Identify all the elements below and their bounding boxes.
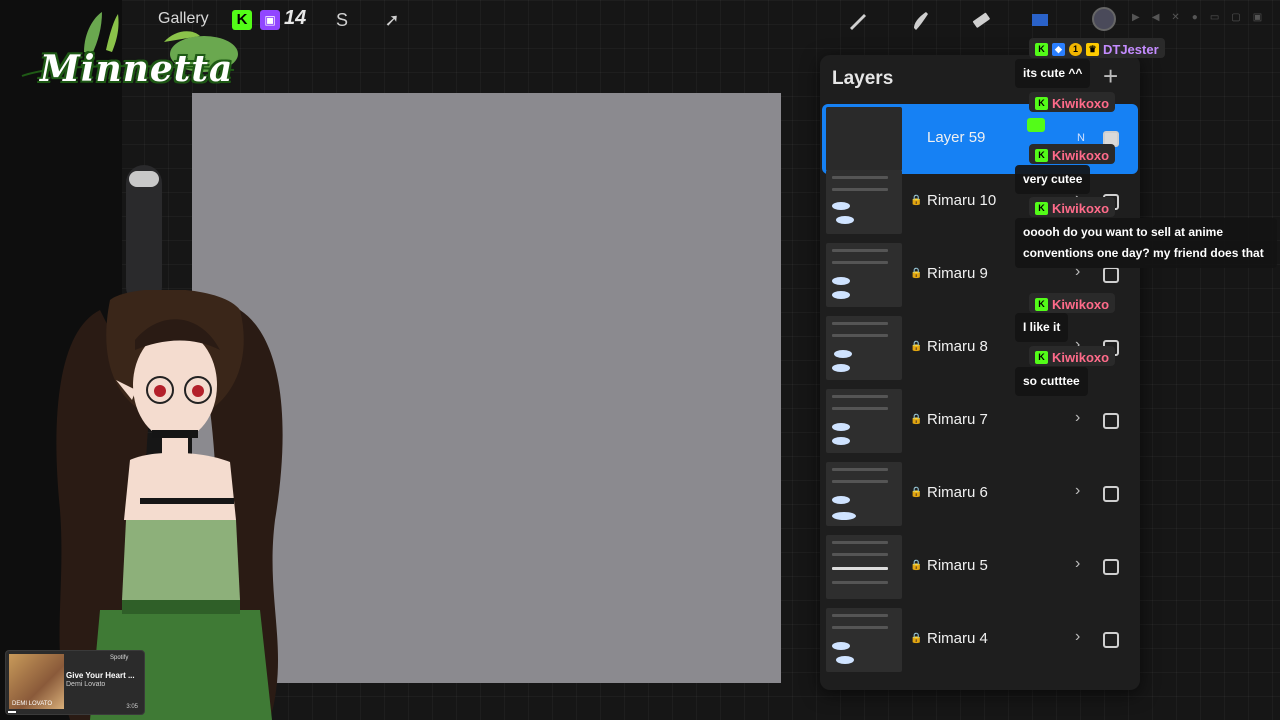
layer-visibility-checkbox[interactable]	[1103, 413, 1119, 429]
lock-icon: 🔒	[910, 487, 923, 498]
logo-text: Minnetta	[40, 48, 234, 90]
layer-name: Layer 59	[927, 129, 986, 146]
chevron-right-icon[interactable]: ›	[1075, 409, 1080, 427]
layer-name: Rimaru 6	[927, 484, 988, 501]
layer-visibility-checkbox[interactable]	[1103, 632, 1119, 648]
stream-scene: Gallery K ▣ 14 S ➚ ▶ ◀ ✕ ● ▭ ▢ ▣ Minnett…	[0, 0, 1280, 720]
chat-username-row: K Kiwikoxo	[1029, 346, 1116, 366]
cat-emote-icon	[1027, 118, 1045, 132]
verified-badge-icon: ◆	[1052, 42, 1065, 56]
brush-size-slider[interactable]	[126, 165, 162, 305]
layer-name: Rimaru 5	[927, 557, 988, 574]
chevron-right-icon[interactable]: ›	[1075, 555, 1080, 573]
album-art: DEMI LOVATO	[9, 654, 64, 709]
layer-thumbnail	[826, 608, 902, 672]
layer-thumbnail	[826, 316, 902, 380]
chat-message: ooooh do you want to sell at anime conve…	[1015, 218, 1277, 268]
chat-message: so cutttee	[1015, 367, 1088, 396]
gold-badge-icon: 1	[1069, 42, 1082, 56]
chat-username-row: K Kiwikoxo	[1029, 293, 1116, 313]
layer-name: Rimaru 9	[927, 265, 988, 282]
kick-badge-icon: K	[1035, 297, 1048, 311]
chat-username: Kiwikoxo	[1052, 296, 1110, 312]
crown-badge-icon: ♛	[1086, 42, 1099, 56]
layer-visibility-checkbox[interactable]	[1103, 486, 1119, 502]
kick-badge-icon: K	[1035, 201, 1048, 215]
chat-username: Kiwikoxo	[1052, 147, 1110, 163]
chat-username-row: K Kiwikoxo	[1029, 92, 1116, 112]
slider-handle[interactable]	[129, 171, 159, 187]
song-duration: 3:05	[126, 704, 138, 710]
chevron-right-icon[interactable]: ›	[1075, 482, 1080, 500]
twitch-icon: ▣	[260, 10, 280, 30]
lock-icon: 🔒	[910, 341, 923, 352]
song-title: Give Your Heart ...	[66, 671, 135, 680]
lock-icon: 🔒	[910, 560, 923, 571]
layer-thumbnail	[826, 243, 902, 307]
chat-username: Kiwikoxo	[1052, 95, 1110, 111]
now-playing-widget: DEMI LOVATO Spotify Give Your Heart ... …	[5, 650, 145, 715]
chat-message: very cutee	[1015, 165, 1091, 194]
brush-icon[interactable]	[846, 8, 870, 32]
chat-message: its cute ^^	[1015, 59, 1091, 88]
chat-username: Kiwikoxo	[1052, 349, 1110, 365]
chat-username-row: K ◆ 1 ♛ DTJester	[1029, 38, 1165, 58]
kick-badge-icon: K	[1035, 96, 1048, 110]
layer-visibility-checkbox[interactable]	[1103, 559, 1119, 575]
chat-username-row: K Kiwikoxo	[1029, 197, 1116, 217]
chevron-right-icon[interactable]: ›	[1075, 628, 1080, 646]
layer-name: Rimaru 7	[927, 411, 988, 428]
layer-thumbnail	[826, 170, 902, 234]
chat-overlay: K ◆ 1 ♛ DTJester its cute ^^ K Kiwikoxo …	[1015, 0, 1280, 400]
layer-thumbnail	[826, 389, 902, 453]
kick-badge-icon: K	[1035, 350, 1048, 364]
move-icon[interactable]: ➚	[380, 8, 404, 32]
chat-username: Kiwikoxo	[1052, 200, 1110, 216]
lock-icon: 🔒	[910, 414, 923, 425]
lock-icon: 🔒	[910, 195, 923, 206]
eraser-icon[interactable]	[968, 8, 992, 32]
viewer-count: 14	[284, 7, 307, 29]
layer-row[interactable]: 🔒 Rimaru 4 ›	[822, 605, 1138, 675]
progress-bar	[8, 711, 16, 713]
lock-icon: 🔒	[910, 268, 923, 279]
layers-title: Layers	[832, 68, 894, 89]
layer-row[interactable]: 🔒 Rimaru 6 ›	[822, 459, 1138, 529]
layer-row[interactable]: 🔒 Rimaru 5 ›	[822, 532, 1138, 602]
chat-username: DTJester	[1103, 41, 1159, 57]
smudge-icon[interactable]: S	[330, 8, 354, 32]
chat-message: I like it	[1015, 313, 1069, 342]
lock-icon: 🔒	[910, 633, 923, 644]
kick-badge-icon: K	[1035, 148, 1048, 162]
spotify-label: Spotify	[110, 655, 129, 661]
layer-thumbnail	[826, 535, 902, 599]
album-label: DEMI LOVATO	[12, 701, 53, 707]
smudge-tool-icon[interactable]	[908, 8, 932, 32]
layer-thumbnail	[826, 462, 902, 526]
layer-name: Rimaru 10	[927, 192, 997, 209]
layer-name: Rimaru 4	[927, 630, 988, 647]
channel-logo: Minnetta	[14, 12, 244, 98]
chat-username-row: K Kiwikoxo	[1029, 144, 1116, 164]
kick-badge-icon: K	[1035, 42, 1048, 56]
song-artist: Demi Lovato	[66, 681, 106, 688]
layer-name: Rimaru 8	[927, 338, 988, 355]
layer-thumbnail	[826, 107, 902, 171]
